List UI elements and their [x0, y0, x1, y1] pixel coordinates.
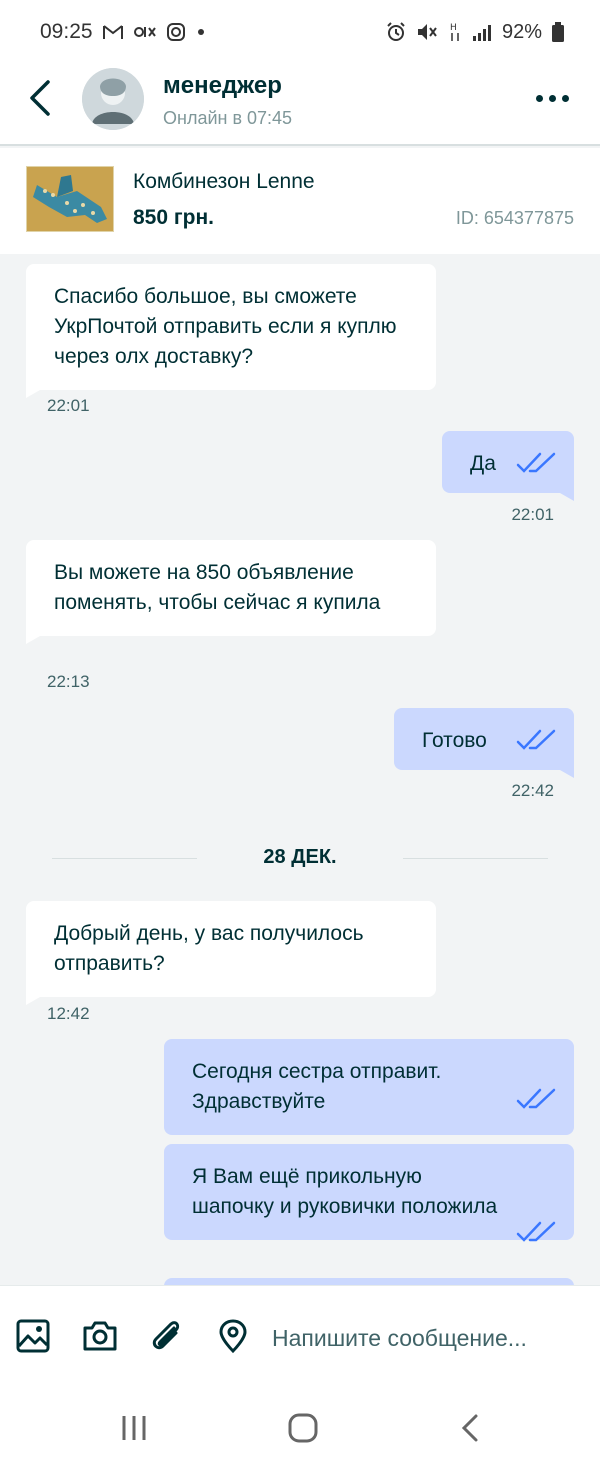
battery-icon: [552, 22, 564, 42]
message-time: 22:13: [47, 672, 90, 691]
message-text: Готово: [422, 729, 487, 752]
message-bubble-outgoing[interactable]: Сегодня сестра отправит. Здравствуйте: [164, 1039, 574, 1135]
instagram-icon: [167, 23, 185, 41]
olx-icon: [134, 27, 156, 37]
message-text: Сегодня сестра отправит. Здравствуйте: [192, 1060, 442, 1113]
product-id: ID: 654377875: [455, 208, 574, 228]
dot-icon: [198, 29, 204, 35]
message-input[interactable]: [272, 1322, 582, 1354]
back-arrow-icon[interactable]: [22, 78, 62, 118]
date-separator-label: 28 ДЕК.: [263, 846, 337, 868]
message-text: Добрый день, у вас получилось отправить?: [54, 922, 364, 975]
home-icon[interactable]: [283, 1410, 323, 1446]
attachment-icon[interactable]: [148, 1318, 184, 1354]
contact-status: Онлайн в 07:45: [163, 108, 293, 128]
system-back-icon[interactable]: [452, 1410, 492, 1446]
gallery-icon[interactable]: [15, 1318, 51, 1354]
product-card[interactable]: Комбинезон Lenne 850 грн. ID: 654377875: [0, 148, 600, 254]
message-list[interactable]: Спасибо большое, вы сможете УкрПочтой от…: [0, 254, 600, 1285]
avatar[interactable]: [82, 68, 144, 130]
alarm-icon: [387, 22, 405, 41]
message-text: Да: [470, 452, 496, 475]
message-time: 22:42: [511, 781, 554, 800]
read-check-icon: [516, 1221, 556, 1242]
location-icon[interactable]: [215, 1318, 251, 1354]
message-time: 22:01: [511, 505, 554, 524]
message-bubble-outgoing[interactable]: Я Вам ещё прикольную шапочку и руковички…: [164, 1144, 574, 1242]
message-text: Вы можете на 850 объявление поменять, чт…: [54, 561, 381, 614]
message-text: Я Вам ещё прикольную шапочку и руковички…: [192, 1165, 498, 1218]
svg-text:H: H: [450, 23, 457, 33]
product-thumbnail: [26, 166, 114, 232]
avatar-person-icon: [82, 68, 144, 130]
mute-icon: [417, 24, 437, 40]
message-bubble-outgoing[interactable]: Да: [442, 431, 574, 501]
product-title: Комбинезон Lenne: [133, 170, 315, 193]
product-price: 850 грн.: [133, 206, 214, 229]
message-composer: [0, 1285, 600, 1390]
more-options-icon[interactable]: [536, 88, 572, 108]
contact-name[interactable]: менеджер: [163, 72, 282, 100]
status-system-icons: H 92%: [386, 20, 564, 44]
read-check-icon: [516, 729, 556, 750]
message-bubble-outgoing-partial[interactable]: [164, 1278, 574, 1285]
status-notification-icons: [102, 20, 206, 44]
date-separator: 28 ДЕК.: [0, 844, 600, 874]
message-bubble-incoming[interactable]: Вы можете на 850 объявление поменять, чт…: [26, 540, 436, 644]
system-nav-bar: [0, 1390, 600, 1466]
recent-apps-icon[interactable]: [114, 1410, 154, 1446]
message-bubble-incoming[interactable]: Спасибо большое, вы сможете УкрПочтой от…: [26, 264, 436, 398]
status-bar: 09:25 H 92%: [0, 0, 600, 64]
signal-icon: [472, 25, 491, 41]
message-bubble-outgoing[interactable]: Готово: [394, 708, 574, 778]
data-icon: H: [450, 23, 459, 41]
message-bubble-incoming[interactable]: Добрый день, у вас получилось отправить?: [26, 901, 436, 1005]
message-text: Спасибо большое, вы сможете УкрПочтой от…: [54, 285, 397, 368]
status-time: 09:25: [40, 20, 93, 43]
read-check-icon: [516, 452, 556, 473]
chat-header: менеджер Онлайн в 07:45: [0, 64, 600, 146]
battery-percent: 92%: [501, 20, 542, 43]
camera-icon[interactable]: [82, 1318, 118, 1354]
message-time: 12:42: [47, 1004, 90, 1023]
gmail-icon: [103, 25, 123, 39]
read-check-icon: [516, 1088, 556, 1109]
message-time: 22:01: [47, 396, 90, 415]
